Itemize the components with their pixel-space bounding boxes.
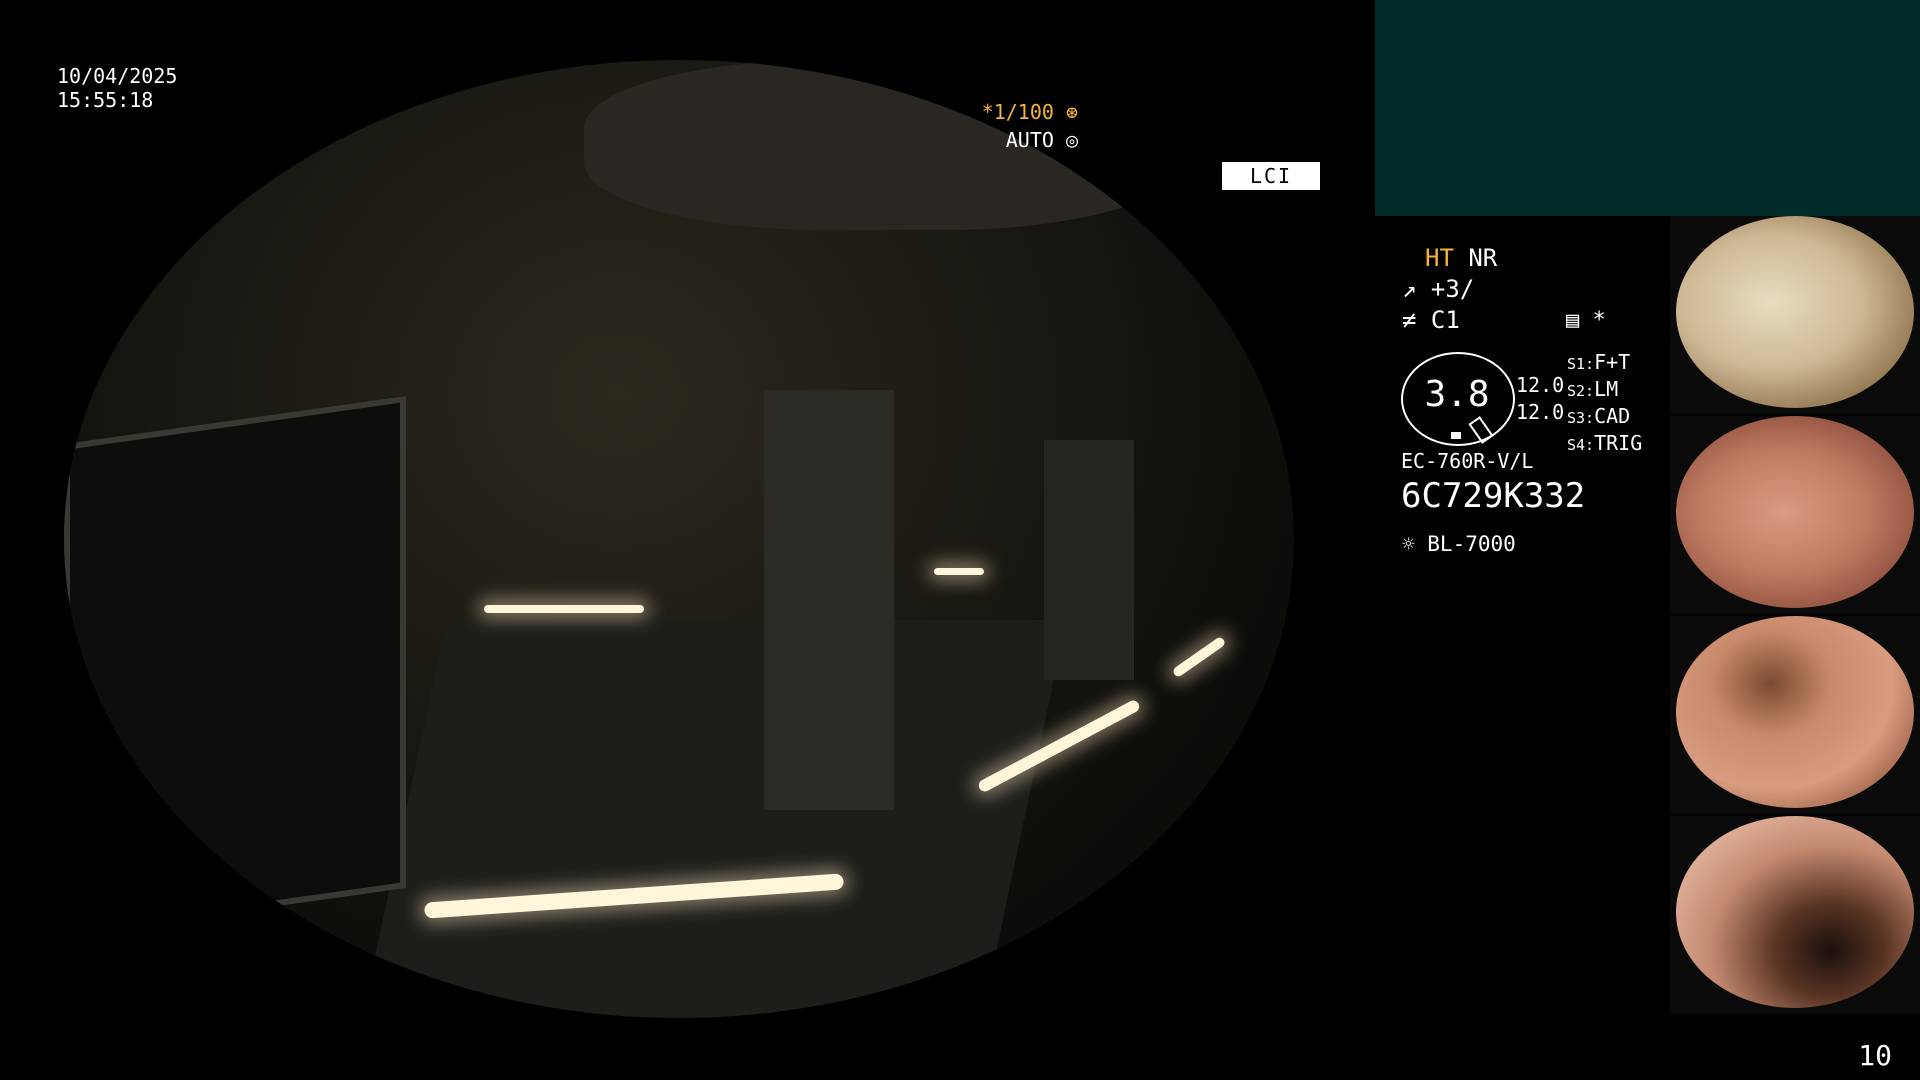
light-strip-3 (1171, 635, 1227, 679)
level-value-1: 12.0 (1516, 373, 1565, 397)
level-value-2: 12.0 (1516, 400, 1565, 424)
nr-label: NR (1468, 244, 1498, 272)
date-text: 10/04/2025 (57, 64, 178, 88)
light-strip-5 (934, 568, 984, 575)
slot-1: S1:F+T (1567, 350, 1631, 374)
ht-nr-indicator: HT NR (1425, 244, 1497, 272)
switch-assignments: S1:F+T S2:LM S3:CAD S4:TRIG (1567, 350, 1642, 458)
page-number: 10 (1858, 1039, 1892, 1072)
level-values: 12.0 12.0 (1516, 372, 1564, 426)
iris-mode: AUTO ◎ (1005, 128, 1078, 152)
thumbnail-3[interactable] (1670, 616, 1920, 814)
thumbnail-2[interactable] (1670, 416, 1920, 614)
preview-area (1375, 0, 1920, 216)
thumbnail-1[interactable] (1670, 216, 1920, 414)
shutter-speed: *1/100 ⊛ (981, 100, 1078, 124)
time-text: 15:55:18 (57, 88, 154, 112)
enhance-setting: ↗ +3/ (1402, 275, 1475, 303)
slot-3: S3:CAD (1567, 404, 1631, 428)
lamp-model: ☼ BL-7000 (1402, 532, 1516, 556)
slot-2: S2:LM (1567, 377, 1619, 401)
lci-mode-badge: LCI (1222, 162, 1320, 190)
timestamp: 10/04/2025 15:55:18 (57, 64, 177, 112)
endoscope-view (64, 60, 1294, 1018)
color-setting: ≠ C1 (1402, 306, 1460, 334)
thumbnail-4[interactable] (1670, 816, 1920, 1014)
light-strip-4 (484, 605, 644, 613)
scope-model: EC-760R-V/L (1401, 449, 1534, 473)
zoom-value: 3.8 (1424, 374, 1490, 415)
scope-serial: 6C729K332 (1401, 476, 1586, 516)
ht-label: HT (1425, 244, 1454, 272)
zoom-marker (1451, 432, 1461, 439)
slot-4: S4:TRIG (1567, 431, 1643, 455)
record-indicator: ▤ * (1566, 308, 1606, 333)
